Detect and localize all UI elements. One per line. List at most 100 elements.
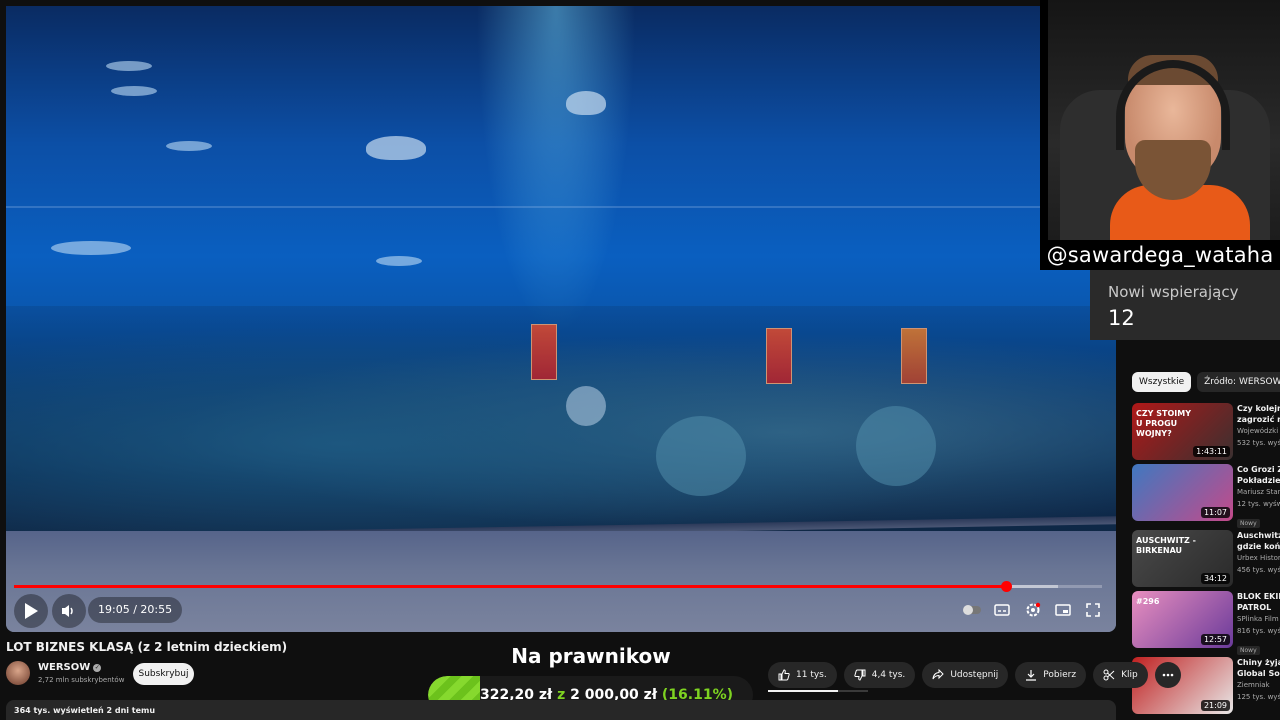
supporters-label: Nowi wspierający (1108, 283, 1239, 301)
stingray (366, 136, 426, 160)
fullscreen-icon (1086, 603, 1100, 617)
recommendation-title-line2[interactable]: gdzie końc (1237, 541, 1280, 552)
coral-reef (6, 306, 1116, 536)
subtitles-button[interactable] (990, 598, 1014, 622)
recommendation-thumbnail[interactable]: AUSCHWITZ - BIRKENAU 34:12 (1132, 530, 1233, 587)
volume-button[interactable] (52, 594, 86, 628)
recommendation-meta: Auschwitz-gdzie końc Urbex History 456 tys… (1237, 530, 1280, 576)
new-badge: Nowy (1237, 519, 1260, 528)
settings-button[interactable] (1021, 598, 1045, 622)
stingray (566, 91, 606, 115)
video-title: LOT BIZNES KLASĄ (z 2 letnim dzieckiem) (6, 640, 288, 654)
donation-goal-title: Na prawnikow (511, 644, 671, 668)
autoplay-toggle[interactable] (960, 598, 984, 622)
recommendation-thumbnail[interactable]: CZY STOIMY U PROGU WOJNY? 1:43:11 (1132, 403, 1233, 460)
supporters-count: 12 (1108, 306, 1135, 330)
recommendation-item[interactable]: CZY STOIMY U PROGU WOJNY? 1:43:11 Czy kole… (1132, 403, 1280, 463)
video-player[interactable] (6, 6, 1116, 632)
autoplay-toggle-icon (963, 605, 981, 615)
miniplayer-icon (1055, 604, 1071, 616)
recommendation-item[interactable]: #296 12:57 BLOK EKIPAPATROL SPlinka Film S 8… (1132, 591, 1280, 655)
verified-icon: ✓ (93, 664, 102, 672)
duration-badge: 34:12 (1200, 573, 1230, 584)
scrubber-handle[interactable] (1001, 581, 1012, 592)
channel-name-text[interactable]: WERSOW (38, 662, 90, 673)
progress-bar[interactable] (14, 581, 1102, 592)
aquarium-frame (6, 206, 1116, 208)
fullscreen-button[interactable] (1081, 598, 1105, 622)
download-label: Pobierz (1043, 670, 1077, 680)
recommendation-channel: SPlinka Film S (1237, 615, 1280, 623)
like-ratio-bar (768, 690, 868, 692)
recommendation-title[interactable]: Chiny żyją w (1237, 657, 1280, 668)
share-button[interactable]: Udostępnij (922, 662, 1009, 688)
coral-shape (656, 416, 746, 496)
poster (766, 328, 792, 384)
subtitles-icon (994, 604, 1010, 616)
clip-icon (1103, 669, 1115, 681)
recommendation-meta: Chiny żyją wGlobal Sour Ziemniak 125 tys. … (1237, 657, 1280, 703)
subscribe-button[interactable]: Subskrybuj (133, 663, 194, 685)
views-and-date: 364 tys. wyświetleń 2 dni temu (14, 706, 156, 715)
recommendation-item[interactable]: AUSCHWITZ - BIRKENAU 34:12 Auschwitz-gdzie… (1132, 530, 1280, 590)
channel-avatar[interactable] (6, 661, 30, 685)
recommendation-title[interactable]: BLOK EKIPA (1237, 591, 1280, 602)
duration-badge: 21:09 (1200, 700, 1230, 711)
thumbnail-text: AUSCHWITZ - BIRKENAU (1136, 536, 1196, 555)
like-count: 11 tys. (796, 670, 827, 680)
share-icon (932, 669, 945, 680)
play-button[interactable] (14, 594, 48, 628)
recommendation-meta: Co Grozi ZaPokładzie S Mariusz Stan 12 tys… (1237, 464, 1280, 529)
webcam-handle: @sawardega_wataha (1040, 240, 1280, 270)
clip-label: Klip (1121, 670, 1138, 680)
recommendation-title-line2[interactable]: Pokładzie S (1237, 475, 1280, 486)
new-badge: Nowy (1237, 646, 1260, 655)
dislike-count: 4,4 tys. (871, 670, 906, 680)
like-ratio-fill (768, 690, 838, 692)
recommendation-views: 816 tys. wyśw (1237, 627, 1280, 635)
volume-icon (62, 605, 73, 617)
page: 19:05 / 20:55 @sawardega_wataha Nowi wsp… (0, 0, 1280, 720)
download-button[interactable]: Pobierz (1015, 662, 1087, 688)
fish (106, 61, 152, 71)
action-bar: 11 tys. 4,4 tys. Udostępnij Pobierz Klip (768, 662, 1181, 688)
light-beam (476, 6, 636, 336)
recommendation-title[interactable]: Co Grozi Za (1237, 464, 1280, 475)
duration-badge: 12:57 (1200, 634, 1230, 645)
recommendation-title-line2[interactable]: Global Sour (1237, 668, 1280, 679)
duration-badge: 1:43:11 (1193, 446, 1230, 457)
download-icon (1026, 670, 1037, 681)
recommendation-title-line2[interactable]: PATROL (1237, 602, 1280, 613)
progress-fill (14, 585, 1006, 588)
chip-all[interactable]: Wszystkie (1132, 372, 1192, 392)
filter-chips: Wszystkie Źródło: WERSOW (1132, 372, 1280, 392)
recommendation-channel: Mariusz Stan (1237, 488, 1280, 496)
description-box[interactable]: 364 tys. wyświetleń 2 dni temu (6, 700, 1116, 720)
miniplayer-button[interactable] (1051, 598, 1075, 622)
more-button[interactable] (1154, 662, 1181, 688)
recommendation-item[interactable]: 11:07 Co Grozi ZaPokładzie S Mariusz Stan 1… (1132, 464, 1280, 528)
poster (531, 324, 557, 380)
recommendation-channel: Wojewódzki (1237, 427, 1279, 435)
dislike-icon (854, 669, 866, 681)
poster (901, 328, 927, 384)
time-display: 19:05 / 20:55 (88, 597, 183, 623)
recommendation-thumbnail[interactable]: #296 12:57 (1132, 591, 1233, 648)
fish (376, 256, 422, 266)
recommendation-title-line2[interactable]: zagrozić na (1237, 414, 1280, 425)
clip-button[interactable]: Klip (1093, 662, 1148, 688)
recommendation-views: 12 tys. wyświ (1237, 500, 1280, 508)
fish (166, 141, 212, 151)
like-button[interactable]: 11 tys. (768, 662, 837, 688)
chip-source[interactable]: Źródło: WERSOW (1197, 372, 1280, 392)
recommendation-views: 456 tys. wyśw (1237, 566, 1280, 574)
recommendation-meta: Czy kolejnezagrozić na Wojewódzki 532 tys.… (1237, 403, 1280, 449)
recommendation-thumbnail[interactable]: 11:07 (1132, 464, 1233, 521)
recommendation-meta: BLOK EKIPAPATROL SPlinka Film S 816 tys. w… (1237, 591, 1280, 656)
dislike-button[interactable]: 4,4 tys. (843, 662, 916, 688)
recommendation-title[interactable]: Czy kolejne (1237, 403, 1280, 414)
recommendation-title[interactable]: Auschwitz- (1237, 530, 1280, 541)
coral-shape (856, 406, 936, 486)
share-label: Udostępnij (950, 670, 999, 680)
channel-name[interactable]: WERSOW ✓ (38, 662, 102, 673)
